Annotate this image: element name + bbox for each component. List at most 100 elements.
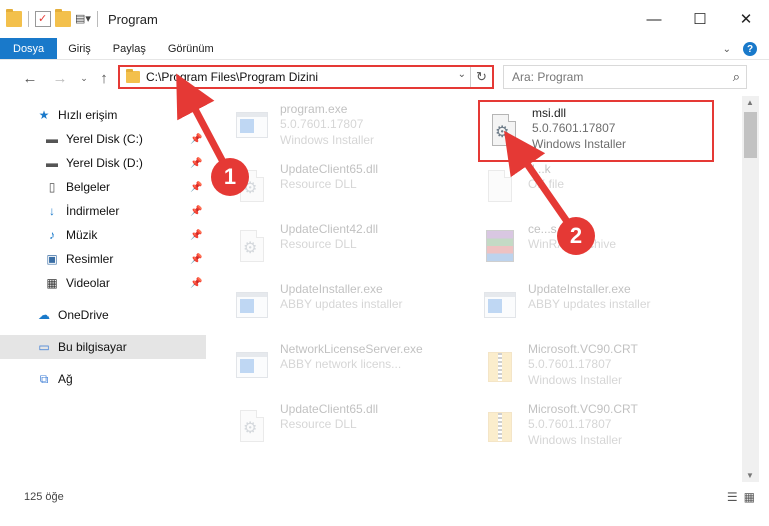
pin-icon[interactable]: 📌 [190, 158, 202, 169]
pin-icon[interactable]: 📌 [190, 230, 202, 241]
minimize-icon: — [646, 10, 662, 28]
file-detail: 5.0.7601.17807 [532, 121, 616, 135]
close-button[interactable]: ✕ [723, 0, 769, 38]
sidebar-item-local-disk-d[interactable]: ▬ Yerel Disk (D:) 📌 [0, 152, 206, 174]
file-detail: 5.0.7601.17807 [528, 357, 612, 371]
file-item[interactable]: program.exe 5.0.7601.17807 Windows Insta… [234, 102, 474, 158]
tab-gorunum[interactable]: Görünüm [157, 38, 225, 59]
pin-icon[interactable]: 📌 [190, 134, 202, 145]
app-window-icon [234, 348, 270, 388]
scroll-up-icon[interactable]: ▲ [746, 98, 754, 107]
sidebar-item-pictures[interactable]: ▣ Resimler 📌 [0, 248, 206, 270]
file-item[interactable]: UpdateInstaller.exe ABBY updates install… [234, 282, 474, 338]
divider [97, 11, 98, 27]
music-icon: ♪ [49, 228, 55, 242]
blank-file-icon [482, 168, 518, 208]
customize-toolbar-icon[interactable]: ▤▾ [75, 11, 91, 27]
scrollbar-thumb[interactable] [744, 112, 757, 158]
tab-dosya[interactable]: Dosya [0, 38, 58, 59]
zip-folder-icon [482, 348, 518, 388]
properties-icon[interactable]: ✓ [35, 11, 51, 27]
status-bar: 125 öğe ☰ ▦ [0, 486, 769, 508]
sidebar-item-quick-access[interactable]: ★ Hızlı erişim [0, 104, 206, 126]
step-2-badge: 2 [557, 217, 595, 255]
file-detail: ABBY network licens... [280, 357, 402, 371]
refresh-icon[interactable]: ↻ [470, 67, 492, 87]
dll-icon: ⚙ [234, 228, 270, 268]
pin-icon[interactable]: 📌 [190, 278, 202, 289]
file-item[interactable]: Microsoft.VC90.CRT 5.0.7601.17807 Window… [482, 342, 722, 398]
network-icon: ⧉ [39, 371, 49, 386]
file-item[interactable]: ce...s.cab WinRAR archive [482, 222, 722, 278]
tab-giris[interactable]: Giriş [57, 38, 102, 59]
cloud-icon: ☁ [38, 308, 50, 322]
file-item[interactable]: ⚙ UpdateClient42.dll Resource DLL [234, 222, 474, 278]
file-name: UpdateClient42.dll [280, 222, 379, 236]
file-item[interactable]: d...k OK file [482, 162, 722, 218]
computer-icon: ▭ [38, 340, 50, 354]
sidebar-item-label: Ağ [58, 372, 73, 386]
folder-icon [6, 9, 22, 27]
pictures-icon: ▣ [46, 252, 58, 266]
file-name: UpdateClient65.dll [280, 162, 379, 176]
file-item[interactable]: NetworkLicenseServer.exe ABBY network li… [234, 342, 474, 398]
expand-ribbon-icon[interactable]: ⌄ [723, 44, 731, 55]
file-item[interactable]: UpdateInstaller.exe ABBY updates install… [482, 282, 722, 338]
pin-icon[interactable]: 📌 [190, 206, 202, 217]
file-item[interactable]: ⚙ UpdateClient65.dll Resource DLL [234, 402, 474, 458]
up-icon[interactable]: ↑ [92, 70, 116, 87]
zip-folder-icon [482, 408, 518, 448]
sidebar-item-label: Yerel Disk (D:) [66, 156, 143, 170]
folder-icon [126, 69, 140, 83]
drive-icon: ▬ [46, 156, 58, 170]
back-icon[interactable]: ← [18, 70, 42, 87]
maximize-icon: ☐ [693, 11, 707, 28]
large-icons-view-icon[interactable]: ▦ [744, 490, 755, 504]
file-item[interactable]: Microsoft.VC90.CRT 5.0.7601.17807 Window… [482, 402, 722, 458]
help-icon[interactable]: ? [743, 42, 757, 56]
file-detail: Windows Installer [528, 373, 623, 387]
details-view-icon[interactable]: ☰ [727, 490, 738, 504]
divider [28, 11, 29, 27]
search-icon[interactable]: ⌕ [733, 69, 740, 85]
search-input[interactable]: Ara: Program ⌕ [503, 65, 747, 89]
close-icon: ✕ [739, 11, 753, 28]
file-name: UpdateClient65.dll [280, 402, 379, 416]
file-detail: Windows Installer [528, 433, 623, 447]
scroll-down-icon[interactable]: ▼ [746, 471, 754, 480]
sidebar-item-label: Hızlı erişim [58, 108, 118, 122]
file-detail: Resource DLL [280, 237, 357, 251]
tab-paylas[interactable]: Paylaş [102, 38, 157, 59]
sidebar-item-music[interactable]: ♪ Müzik 📌 [0, 224, 206, 246]
chevron-down-icon[interactable]: ⌄ [458, 69, 466, 80]
maximize-button[interactable]: ☐ [677, 0, 723, 38]
minimize-button[interactable]: — [631, 0, 677, 38]
file-item[interactable]: ⚙ UpdateClient65.dll Resource DLL [234, 162, 474, 218]
navigation-pane: ★ Hızlı erişim ▬ Yerel Disk (C:) 📌 ▬ Yer… [0, 98, 206, 458]
sidebar-item-documents[interactable]: ▯ Belgeler 📌 [0, 176, 206, 198]
new-folder-icon[interactable] [55, 9, 71, 27]
file-list: program.exe 5.0.7601.17807 Windows Insta… [222, 96, 738, 476]
sidebar-item-label: Resimler [66, 252, 114, 266]
documents-icon: ▯ [48, 180, 56, 194]
title-bar: ✓ ▤▾ Program — ☐ ✕ [0, 0, 769, 38]
forward-icon[interactable]: → [48, 70, 72, 87]
sidebar-item-label: Bu bilgisayar [58, 340, 127, 354]
winrar-icon [482, 228, 518, 268]
sidebar-item-network[interactable]: ⧉ Ağ [0, 368, 206, 390]
sidebar-item-videos[interactable]: ▦ Videolar 📌 [0, 272, 206, 294]
sidebar-item-downloads[interactable]: ↓ İndirmeler 📌 [0, 200, 206, 222]
window-title: Program [108, 11, 158, 27]
sidebar-item-onedrive[interactable]: ☁ OneDrive [0, 304, 206, 326]
pin-icon[interactable]: 📌 [190, 254, 202, 265]
dll-icon: ⚙ [234, 408, 270, 448]
file-item-msi-dll[interactable]: ⚙ msi.dll 5.0.7601.17807 Windows Install… [478, 100, 714, 162]
pin-icon[interactable]: 📌 [190, 182, 202, 193]
file-name: d...k [528, 162, 551, 176]
sidebar-item-this-pc[interactable]: ▭ Bu bilgisayar [0, 335, 206, 359]
navigation-bar: ← → ⌄ ↑ C:\Program Files\Program Dizini … [0, 62, 769, 94]
address-bar[interactable]: C:\Program Files\Program Dizini ⌄ ↻ [118, 65, 494, 89]
vertical-scrollbar[interactable]: ▲ ▼ [742, 96, 759, 482]
ribbon-tabs: Dosya Giriş Paylaş Görünüm ⌄ ? [0, 38, 769, 60]
sidebar-item-local-disk-c[interactable]: ▬ Yerel Disk (C:) 📌 [0, 128, 206, 150]
